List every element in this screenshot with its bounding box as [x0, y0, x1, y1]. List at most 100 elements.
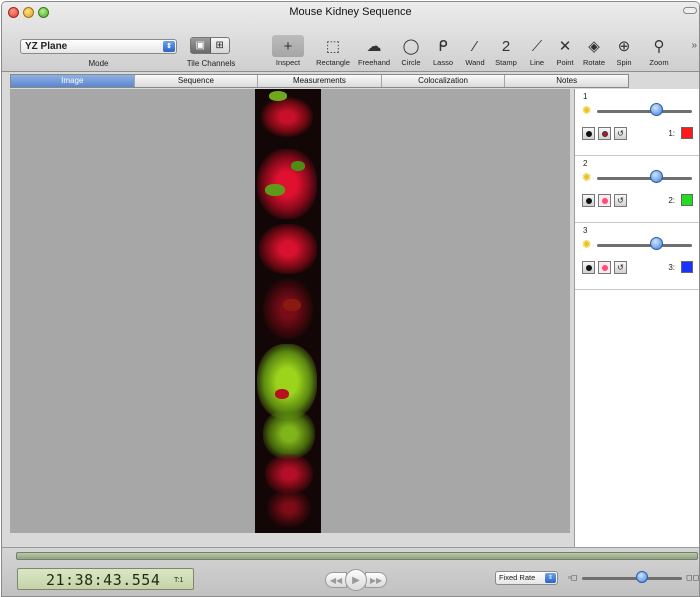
tab-bar: Image Sequence Measurements Colocalizati…	[10, 74, 629, 88]
tool-point-button[interactable]: ✕ Point	[551, 35, 579, 67]
stamp-icon: 2	[501, 37, 511, 55]
brightness-slider[interactable]	[597, 244, 692, 247]
tool-label: Wand	[465, 58, 485, 67]
tool-lasso-button[interactable]: ᑭ Lasso	[427, 35, 459, 67]
tool-label: Stamp	[495, 58, 517, 67]
tile-channels-label: Tile Channels	[186, 59, 236, 68]
channel-color-swatch[interactable]	[681, 194, 693, 206]
mode-select-value: YZ Plane	[25, 41, 68, 52]
channel-solo-button[interactable]	[582, 261, 595, 274]
transport-controls: ◀◀ ▶ ▶▶	[325, 569, 387, 591]
select-arrows-icon: ⇕	[545, 573, 556, 583]
wand-icon: ⁄	[473, 37, 477, 55]
tile-grid-icon[interactable]: ⊞	[211, 38, 230, 53]
spin-icon: ⊕	[617, 38, 631, 55]
time-display: 21:38:43.554 T:1	[17, 568, 194, 590]
toolbar-toggle-button[interactable]	[683, 7, 697, 14]
brightness-slider[interactable]	[597, 110, 692, 113]
tab-notes[interactable]: Notes	[505, 75, 628, 87]
tool-stamp-button[interactable]: 2 Stamp	[490, 35, 522, 68]
tool-label: Circle	[401, 58, 421, 67]
brightness-slider-knob[interactable]	[649, 237, 663, 250]
tool-inspect-button[interactable]: + Inspect	[272, 35, 304, 67]
tool-label: Rectangle	[316, 58, 350, 67]
fast-forward-icon: ▶▶	[369, 575, 383, 585]
time-index: T:1	[174, 577, 184, 584]
channel-color-swatch[interactable]	[681, 127, 693, 139]
timecode: 21:38:43.554	[46, 571, 161, 589]
channel-row: 1 ✺ ↺ 1:	[575, 89, 699, 156]
tool-spin-button[interactable]: ⊕ Spin	[610, 35, 638, 67]
tool-rotate-button[interactable]: ◈ Rotate	[578, 35, 610, 67]
zoom-in-icon: ◻◻	[686, 573, 700, 582]
tab-colocalization[interactable]: Colocalization	[382, 75, 506, 87]
zoom-out-icon: ▫◻	[568, 573, 578, 582]
tool-zoom-button[interactable]: ⚲ Zoom	[642, 35, 676, 67]
channel-color-swatch[interactable]	[681, 261, 693, 273]
timeline-scrubber[interactable]	[16, 552, 698, 560]
zoom-slider-knob[interactable]	[636, 571, 648, 583]
channel-panel: 1 ✺ ↺ 1: 2 ✺ ↺ 2: 3 ✺ ↺ 3:	[574, 89, 699, 547]
brightness-slider[interactable]	[597, 177, 692, 180]
playback-bar: 21:38:43.554 T:1 ◀◀ ▶ ▶▶ Fixed Rate ⇕ ▫◻…	[2, 547, 700, 596]
lasso-icon: ᑭ	[438, 38, 448, 55]
tool-label: Line	[529, 58, 545, 67]
tab-measurements[interactable]: Measurements	[258, 75, 382, 87]
rotate-icon: ◈	[588, 38, 600, 55]
brightness-slider-knob[interactable]	[649, 170, 663, 183]
play-button[interactable]: ▶	[345, 569, 367, 591]
rate-select-value: Fixed Rate	[499, 573, 536, 582]
rectangle-select-icon: ⬚	[325, 38, 341, 55]
channel-visibility-button[interactable]	[598, 261, 611, 274]
channel-label: 2:	[668, 196, 675, 205]
circle-select-icon: ◯	[402, 38, 420, 55]
tool-rectangle-button[interactable]: ⬚ Rectangle	[313, 35, 353, 67]
line-icon: ⟋	[531, 37, 543, 55]
tile-channels-control[interactable]: ▣ ⊞	[190, 37, 230, 54]
step-back-button[interactable]: ◀◀	[325, 572, 347, 588]
tool-circle-button[interactable]: ◯ Circle	[394, 35, 428, 67]
tool-label: Spin	[616, 58, 632, 67]
window-title: Mouse Kidney Sequence	[289, 6, 412, 18]
tool-label: Zoom	[649, 58, 669, 67]
step-forward-button[interactable]: ▶▶	[365, 572, 387, 588]
app-window: Mouse Kidney Sequence YZ Plane ⇕ Mode ▣ …	[1, 1, 700, 597]
tool-label: Freehand	[357, 58, 391, 67]
point-icon: ✕	[558, 38, 572, 55]
brightness-icon: ✺	[582, 239, 592, 251]
reset-icon[interactable]: ↺	[614, 194, 627, 207]
zoom-slider[interactable]	[582, 577, 682, 580]
image-canvas[interactable]	[10, 89, 570, 533]
tool-freehand-button[interactable]: ☁ Freehand	[354, 35, 394, 67]
tool-label: Point	[556, 58, 574, 67]
channel-solo-button[interactable]	[582, 194, 595, 207]
brightness-slider-knob[interactable]	[649, 103, 663, 116]
mode-label: Mode	[88, 59, 109, 68]
channel-number: 1	[583, 92, 588, 101]
channel-visibility-button[interactable]	[598, 127, 611, 140]
tool-label: Inspect	[275, 58, 301, 67]
zoom-icon: ⚲	[653, 38, 665, 55]
channel-number: 2	[583, 159, 588, 168]
mode-select[interactable]: YZ Plane ⇕	[20, 39, 177, 54]
single-view-icon[interactable]: ▣	[191, 38, 211, 53]
channel-row: 3 ✺ ↺ 3:	[575, 223, 699, 290]
channel-visibility-button[interactable]	[598, 194, 611, 207]
tool-wand-button[interactable]: ⁄ Wand	[459, 35, 491, 68]
toolbar-overflow-icon[interactable]: »	[691, 40, 697, 51]
channel-solo-button[interactable]	[582, 127, 595, 140]
tab-image[interactable]: Image	[11, 75, 135, 87]
yz-plane-image[interactable]	[255, 89, 321, 533]
tool-label: Rotate	[582, 58, 606, 67]
freehand-icon: ☁	[366, 38, 382, 55]
select-arrows-icon: ⇕	[163, 41, 175, 52]
tool-line-button[interactable]: ⟋ Line	[523, 35, 551, 68]
reset-icon[interactable]: ↺	[614, 127, 627, 140]
brightness-icon: ✺	[582, 105, 592, 117]
title-toolbar: Mouse Kidney Sequence YZ Plane ⇕ Mode ▣ …	[2, 2, 699, 72]
play-icon: ▶	[352, 574, 360, 586]
reset-icon[interactable]: ↺	[614, 261, 627, 274]
tab-sequence[interactable]: Sequence	[135, 75, 259, 87]
rate-select[interactable]: Fixed Rate ⇕	[495, 571, 558, 585]
channel-label: 1:	[668, 129, 675, 138]
